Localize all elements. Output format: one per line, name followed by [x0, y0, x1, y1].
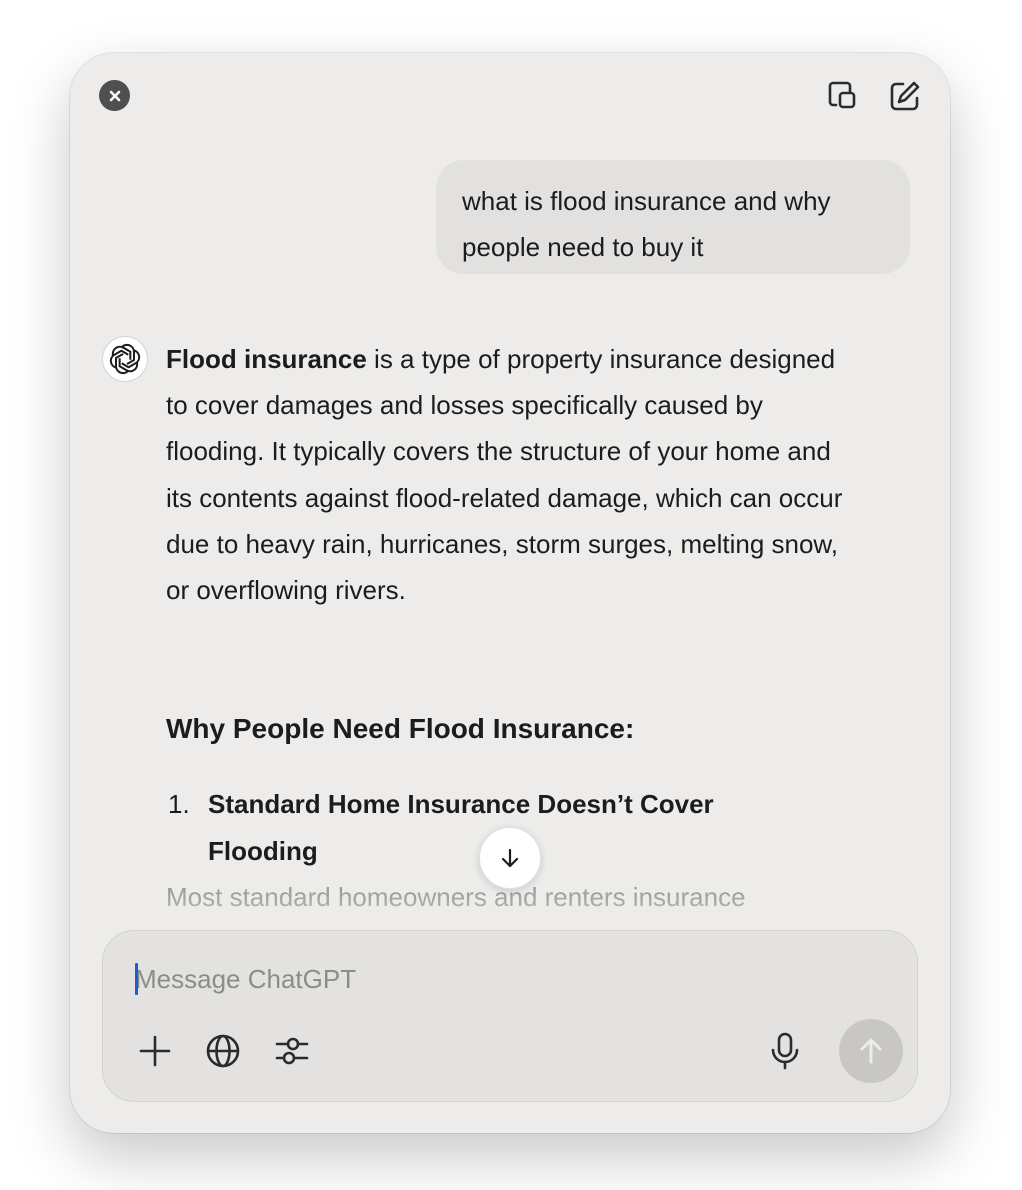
voice-button[interactable] — [763, 1029, 807, 1073]
user-message-bubble: what is flood insurance and why people n… — [436, 160, 910, 274]
plus-icon — [139, 1035, 171, 1067]
chatgpt-window: what is flood insurance and why people n… — [70, 53, 950, 1133]
globe-icon — [206, 1034, 240, 1068]
list-item-number: 1. — [168, 789, 190, 819]
response-intro-text: is a type of property insurance designed… — [166, 344, 843, 606]
chatgpt-logo-icon — [109, 343, 141, 375]
message-composer — [102, 930, 918, 1102]
assistant-response: Flood insurance is a type of property in… — [166, 336, 846, 613]
response-heading: Why People Need Flood Insurance: — [166, 713, 635, 744]
new-chat-button[interactable] — [887, 78, 923, 114]
close-icon — [109, 90, 120, 101]
popout-button[interactable] — [825, 78, 861, 114]
scroll-to-bottom-button[interactable] — [479, 827, 541, 889]
arrow-down-icon — [501, 848, 519, 868]
attach-button[interactable] — [133, 1029, 177, 1073]
sliders-icon — [275, 1037, 309, 1065]
response-bold-term: Flood insurance — [166, 344, 367, 374]
response-paragraph: Flood insurance is a type of property in… — [166, 336, 846, 613]
user-message-text: what is flood insurance and why people n… — [462, 186, 831, 262]
window-popout-icon — [828, 81, 856, 109]
text-caret — [135, 963, 138, 995]
scroll-fade — [70, 888, 950, 933]
edit-compose-icon — [890, 81, 920, 111]
message-input[interactable] — [135, 957, 735, 1001]
close-button[interactable] — [99, 80, 130, 111]
arrow-up-icon — [860, 1038, 882, 1064]
microphone-icon — [771, 1032, 799, 1070]
search-web-button[interactable] — [201, 1029, 245, 1073]
tools-button[interactable] — [270, 1029, 314, 1073]
send-button[interactable] — [839, 1019, 903, 1083]
assistant-avatar — [102, 336, 148, 382]
